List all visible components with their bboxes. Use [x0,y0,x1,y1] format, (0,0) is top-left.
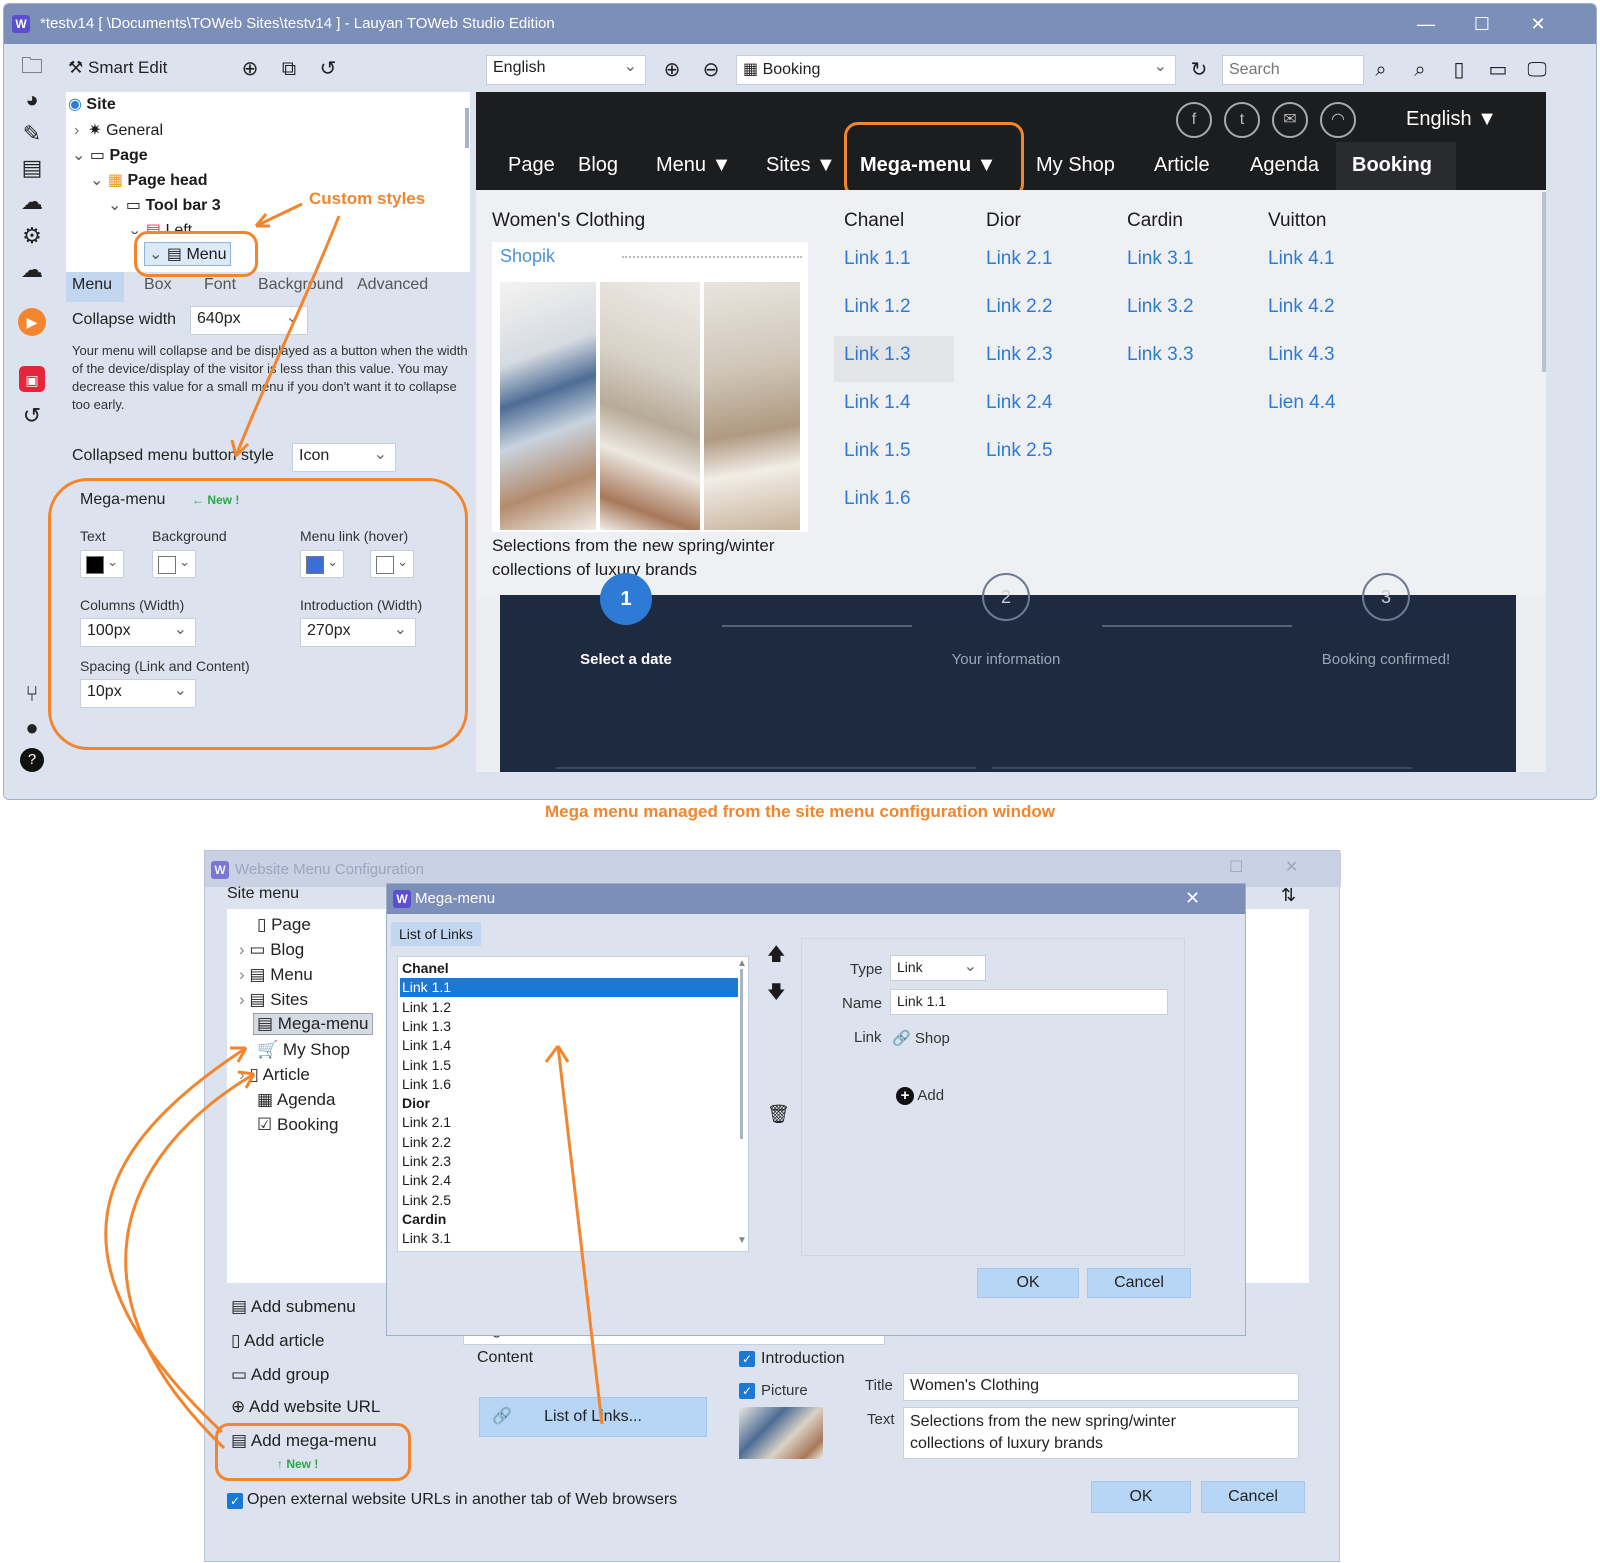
annotation-arrows-bottom [104,1045,604,1450]
